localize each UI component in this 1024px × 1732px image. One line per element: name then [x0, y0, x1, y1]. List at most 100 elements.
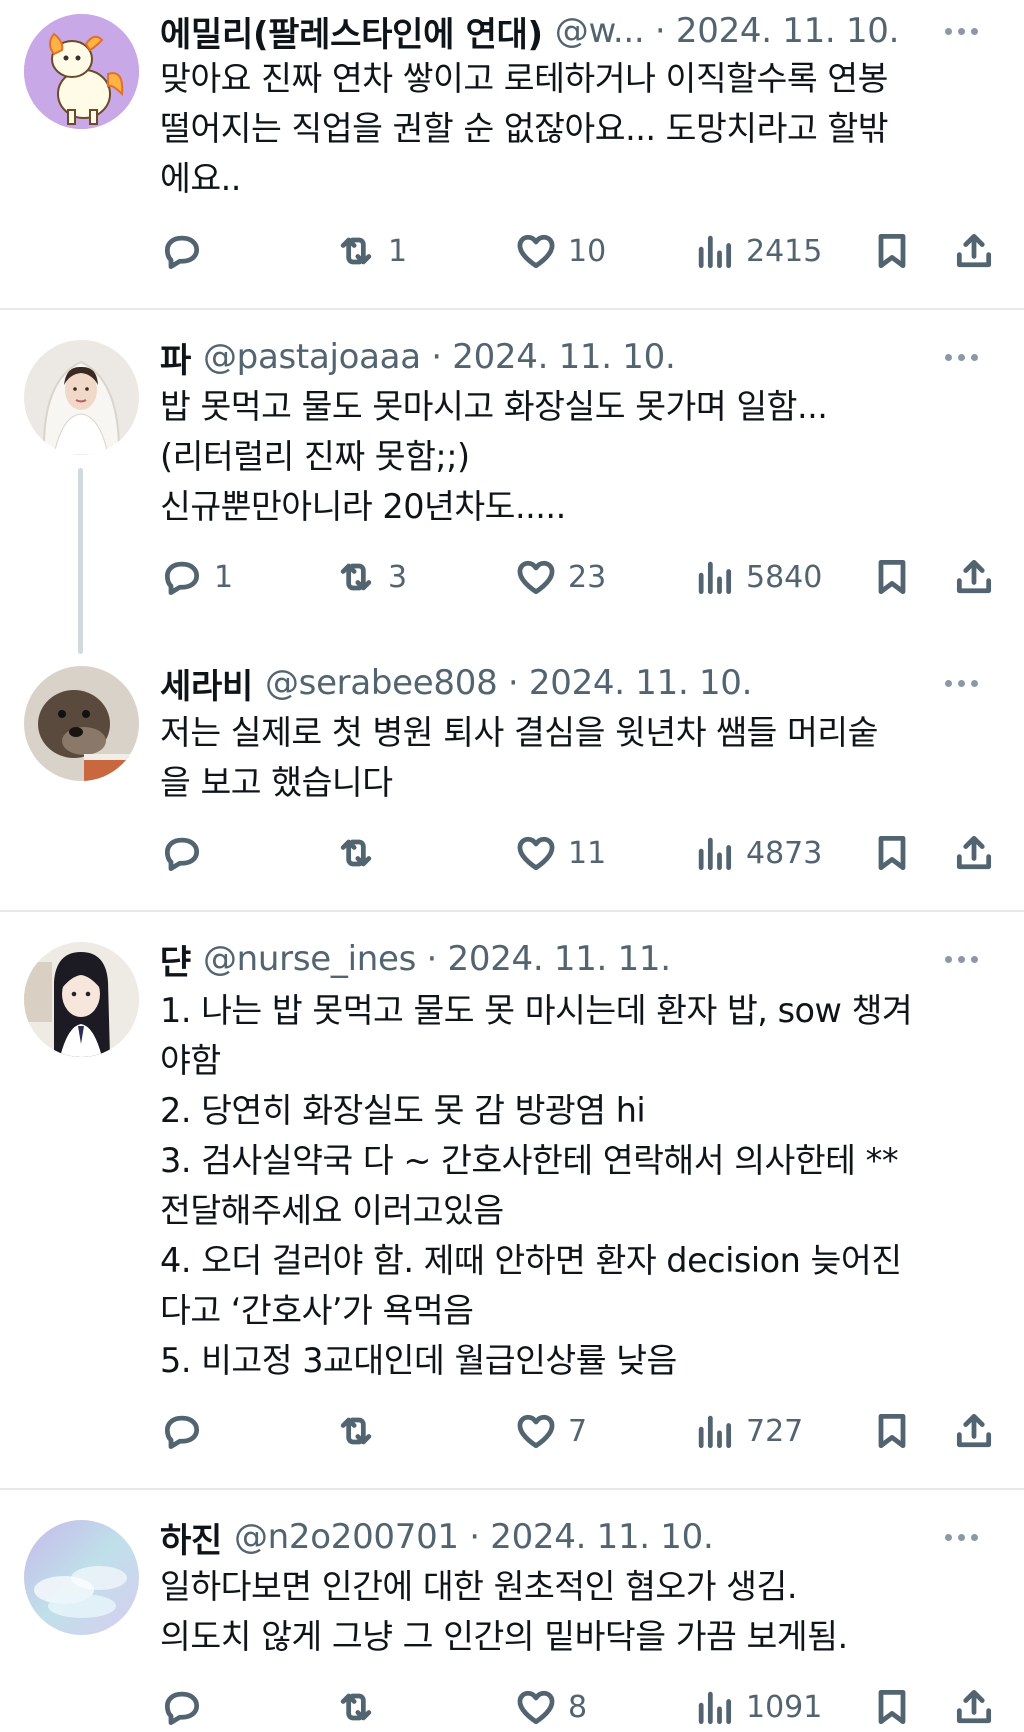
analytics-icon: [698, 561, 732, 595]
view-count: 2415: [746, 233, 823, 269]
retweet-button[interactable]: 3: [334, 552, 407, 602]
heart-icon: [517, 836, 555, 871]
reply-icon: [164, 1415, 200, 1449]
tweet-actions: 8 1091: [0, 1682, 1024, 1732]
like-count: 11: [568, 835, 607, 871]
tweet-header: 하진 @n2o200701 · 2024. 11. 10.: [160, 1513, 714, 1562]
tweet-actions: 1 10 2415: [0, 226, 1024, 276]
tweet-header: 에밀리(팔레스타인에 연대) @w... · 2024. 11. 10.: [160, 7, 900, 56]
tweet-header: 세라비 @serabee808 · 2024. 11. 10.: [160, 659, 752, 708]
analytics-icon: [698, 235, 732, 269]
alpaca-avatar[interactable]: [24, 14, 139, 129]
bookmark-button[interactable]: [870, 828, 914, 878]
more-icon[interactable]: [945, 354, 978, 361]
share-button[interactable]: [952, 828, 996, 878]
handle-and-date[interactable]: @serabee808 · 2024. 11. 10.: [265, 663, 752, 703]
analytics-icon: [698, 1691, 732, 1725]
more-icon[interactable]: [945, 680, 978, 687]
tweet-header: 댠 @nurse_ines · 2024. 11. 11.: [160, 935, 671, 984]
display-name[interactable]: 하진: [160, 1513, 222, 1562]
tweet-actions: 11 4873: [0, 828, 1024, 878]
bookmark-button[interactable]: [870, 1682, 914, 1732]
tweet-text: 밥 못먹고 물도 못마시고 화장실도 못가며 일함... (리터럴리 진짜 못함…: [160, 382, 1000, 532]
retweet-button[interactable]: [334, 1406, 388, 1456]
text-line: 4. 오더 걸러야 함. 제때 안하면 환자 decision 늦어진: [160, 1241, 902, 1280]
bookmark-icon: [878, 1689, 906, 1725]
share-button[interactable]: [952, 552, 996, 602]
retweet-icon: [340, 1693, 372, 1721]
text-line: 전달해주세요 이러고있음: [160, 1191, 504, 1230]
views-button[interactable]: 2415: [692, 226, 822, 276]
more-icon[interactable]: [945, 956, 978, 963]
handle-and-date[interactable]: @nurse_ines · 2024. 11. 11.: [203, 939, 671, 979]
like-button[interactable]: 10: [514, 226, 606, 276]
text-line: 일하다보면 인간에 대한 원초적인 혐오가 생김.: [160, 1567, 797, 1606]
reply-button[interactable]: [160, 828, 214, 878]
reply-button[interactable]: 1: [160, 552, 233, 602]
view-count: 727: [746, 1413, 804, 1449]
more-icon[interactable]: [945, 28, 978, 35]
tweet-divider: [0, 910, 1024, 912]
display-name[interactable]: 댠: [160, 935, 191, 984]
share-icon: [956, 233, 992, 268]
like-button[interactable]: 7: [514, 1406, 587, 1456]
text-line: 신규뿐만아니라 20년차도.....: [160, 487, 566, 526]
views-button[interactable]: 1091: [692, 1682, 822, 1732]
heart-icon: [517, 234, 555, 269]
text-line: 에요..: [160, 159, 241, 198]
retweet-button[interactable]: [334, 828, 388, 878]
bookmark-button[interactable]: [870, 1406, 914, 1456]
text-line: 의도치 않게 그냥 그 인간의 밑바닥을 가끔 보게됨.: [160, 1617, 848, 1656]
share-icon: [956, 559, 992, 594]
views-button[interactable]: 727: [692, 1406, 803, 1456]
retweet-icon: [340, 1417, 372, 1445]
retweet-button[interactable]: [334, 1682, 388, 1732]
tweet-text: 1. 나는 밥 못먹고 물도 못 마시는데 환자 밥, sow 챙겨 야함 2.…: [160, 986, 1000, 1386]
display-name[interactable]: 파: [160, 333, 191, 382]
share-button[interactable]: [952, 1682, 996, 1732]
retweet-button[interactable]: 1: [334, 226, 407, 276]
handle-and-date[interactable]: @n2o200701 · 2024. 11. 10.: [234, 1517, 714, 1557]
sky-avatar[interactable]: [24, 1520, 139, 1635]
display-name[interactable]: 세라비: [160, 659, 253, 708]
anime-girl-avatar[interactable]: [24, 942, 139, 1057]
like-count: 8: [568, 1689, 588, 1725]
retweet-icon: [340, 839, 372, 867]
reply-button[interactable]: [160, 226, 214, 276]
text-line: 을 보고 했습니다: [160, 763, 393, 802]
bookmark-button[interactable]: [870, 226, 914, 276]
bride-avatar[interactable]: [24, 340, 139, 455]
analytics-icon: [698, 837, 732, 871]
handle-and-date[interactable]: @pastajoaaa · 2024. 11. 10.: [203, 337, 676, 377]
reply-icon: [164, 1691, 200, 1725]
text-line: 야함: [160, 1041, 221, 1080]
more-icon[interactable]: [945, 1534, 978, 1541]
retweet-icon: [340, 237, 372, 265]
view-count: 1091: [746, 1689, 823, 1725]
view-count: 5840: [746, 559, 823, 595]
views-button[interactable]: 4873: [692, 828, 822, 878]
views-button[interactable]: 5840: [692, 552, 822, 602]
like-count: 7: [568, 1413, 588, 1449]
reply-icon: [164, 837, 200, 871]
reply-button[interactable]: [160, 1406, 214, 1456]
tweet-divider: [0, 308, 1024, 310]
text-line: 2. 당연히 화장실도 못 감 방광염 hi: [160, 1091, 646, 1130]
handle-and-date[interactable]: @w... · 2024. 11. 10.: [555, 11, 900, 51]
retweet-count: 1: [388, 233, 408, 269]
text-line: 맞아요 진짜 연차 쌓이고 로테하거나 이직할수록 연봉: [160, 59, 888, 98]
like-button[interactable]: 8: [514, 1682, 587, 1732]
tweet-divider: [0, 1488, 1024, 1490]
text-line: 1. 나는 밥 못먹고 물도 못 마시는데 환자 밥, sow 챙겨: [160, 991, 913, 1030]
like-button[interactable]: 11: [514, 828, 606, 878]
share-button[interactable]: [952, 1406, 996, 1456]
share-button[interactable]: [952, 226, 996, 276]
like-button[interactable]: 23: [514, 552, 606, 602]
otter-avatar[interactable]: [24, 666, 139, 781]
reply-icon: [164, 235, 200, 269]
bookmark-button[interactable]: [870, 552, 914, 602]
tweet-actions: 1 3 23 5840: [0, 552, 1024, 602]
share-icon: [956, 835, 992, 870]
reply-button[interactable]: [160, 1682, 214, 1732]
display-name[interactable]: 에밀리(팔레스타인에 연대): [160, 7, 543, 56]
